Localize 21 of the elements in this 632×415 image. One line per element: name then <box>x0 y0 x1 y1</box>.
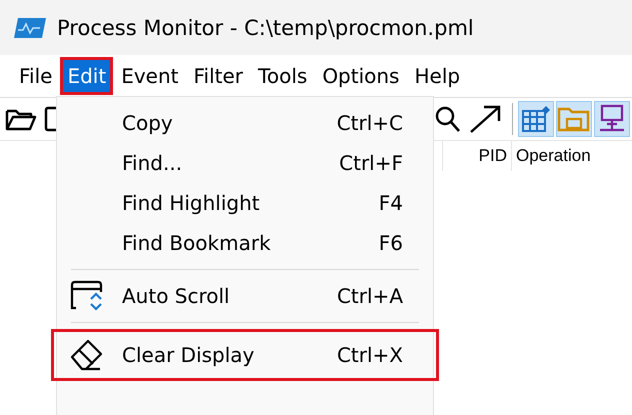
menu-item[interactable]: Copy Ctrl+C <box>51 103 439 143</box>
column-header[interactable]: PID <box>443 141 512 171</box>
menu-item[interactable]: Find... Ctrl+F <box>51 143 439 183</box>
menu-item[interactable]: Event <box>114 57 186 95</box>
menu-item[interactable]: Help <box>407 57 468 95</box>
menu-item[interactable]: Edit <box>60 57 114 95</box>
monitor-icon <box>13 16 47 38</box>
menu-item[interactable]: Clear Display Ctrl+X <box>51 329 439 381</box>
menu-item[interactable]: Filter <box>186 57 250 95</box>
menu-item[interactable]: Find Bookmark F6 <box>51 223 439 263</box>
eraser-icon <box>70 339 104 371</box>
menu-item[interactable]: Options <box>315 57 406 95</box>
menu-item[interactable]: Tools <box>251 57 314 95</box>
menu-item[interactable]: Auto Scroll Ctrl+A <box>51 276 439 316</box>
menu-item[interactable]: Find Highlight F4 <box>51 183 439 223</box>
window-title: Process Monitor - C:\temp\procmon.pml <box>57 16 474 40</box>
column-header[interactable]: Operation <box>512 141 632 171</box>
grid-icon[interactable] <box>518 101 554 137</box>
window-scroll-icon <box>70 280 104 312</box>
menu-item[interactable]: File <box>12 57 60 95</box>
computer-icon[interactable] <box>594 101 630 137</box>
